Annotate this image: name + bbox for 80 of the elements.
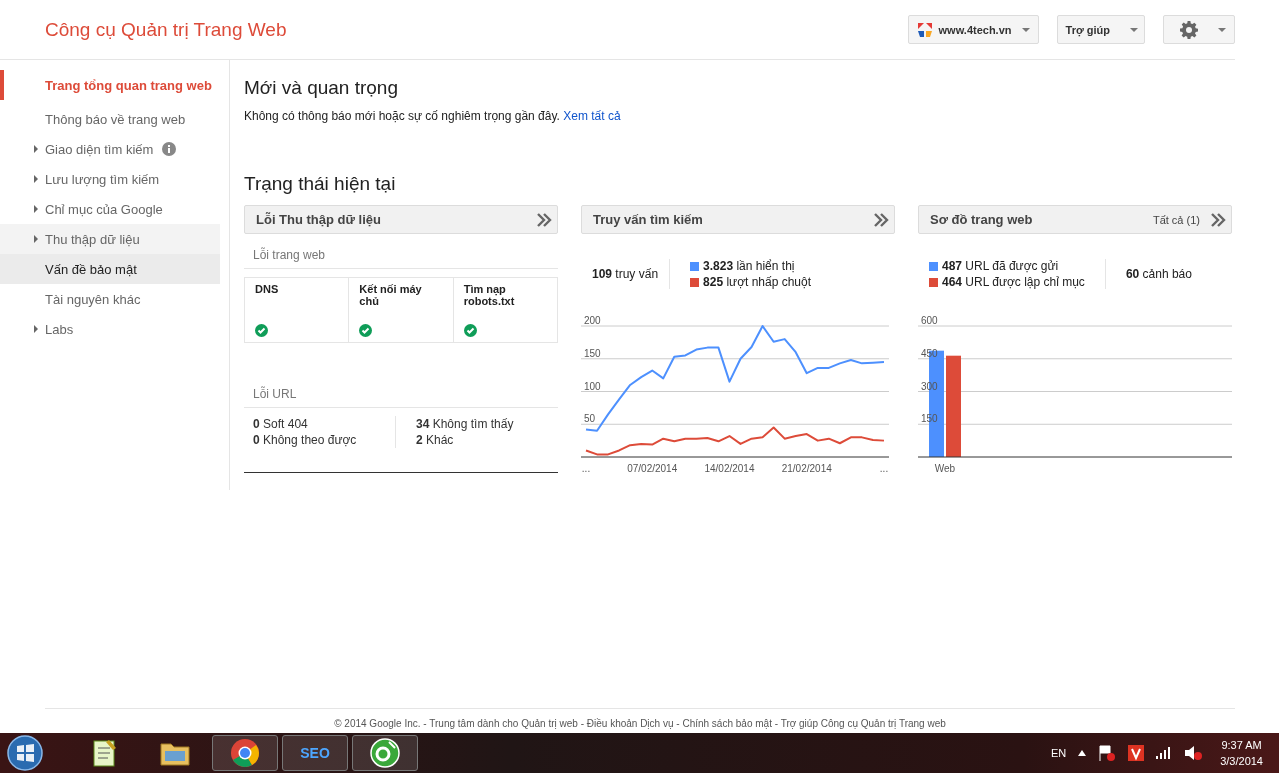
start-button[interactable] — [6, 734, 44, 772]
expand-triangle-icon[interactable] — [34, 175, 38, 183]
x-tick-label: ... — [879, 463, 889, 474]
card-title: Sơ đồ trang web — [930, 212, 1033, 227]
footer-link[interactable]: Điều khoản Dịch vụ — [586, 718, 674, 729]
info-icon[interactable] — [162, 142, 177, 156]
subsection-label: Lỗi URL — [244, 373, 558, 408]
settings-icon — [1180, 20, 1198, 39]
chrome-icon[interactable] — [230, 738, 260, 768]
sidebar-item[interactable]: Thông báo về trang web — [0, 104, 220, 134]
language-indicator[interactable]: EN — [1050, 747, 1067, 759]
sidebar-item[interactable]: Chỉ mục của Google — [0, 194, 220, 224]
expand-triangle-icon[interactable] — [34, 235, 38, 243]
app-title: Công cụ Quản trị Trang Web — [45, 18, 287, 41]
sidebar-item[interactable]: Labs — [0, 314, 220, 344]
subsection-label: Lỗi trang web — [244, 234, 558, 269]
legend-label: 487 URL đã được gửi — [942, 258, 1059, 274]
query-count: 109 truy vấn — [581, 259, 671, 289]
y-tick-label: 150 — [921, 413, 938, 425]
notepad-icon[interactable] — [91, 738, 119, 768]
up-triangle-icon[interactable] — [1078, 750, 1087, 756]
site-selector[interactable]: www.4tech.vn — [907, 15, 1039, 44]
v-app-icon[interactable] — [1128, 745, 1145, 761]
settings-button[interactable] — [1163, 15, 1235, 44]
speaker-muted-icon[interactable] — [1184, 745, 1203, 761]
card-title: Truy vấn tìm kiếm — [593, 212, 703, 227]
url-error-count: 0 Soft 404 — [253, 416, 309, 432]
x-tick-label: Web — [934, 463, 956, 474]
card-header[interactable]: Sơ đồ trang web Tất cả (1) — [918, 205, 1232, 234]
y-tick-label: 450 — [921, 347, 938, 359]
all-sitemaps-link[interactable]: Tất cả (1) — [1152, 213, 1200, 226]
expand-triangle-icon[interactable] — [34, 145, 38, 153]
flag-icon[interactable] — [1098, 745, 1117, 761]
clock-time[interactable]: 9:37 AM — [1220, 737, 1263, 753]
section-heading: Mới và quan trọng — [244, 77, 399, 99]
y-tick-label: 50 — [584, 413, 596, 425]
x-tick-label: ... — [581, 463, 591, 474]
sidebar-item[interactable]: Lưu lượng tìm kiếm — [0, 164, 220, 194]
sidebar-item[interactable]: Trang tổng quan trang web — [0, 70, 220, 100]
x-tick-label: 07/02/2014 — [627, 463, 678, 474]
footer-link[interactable]: Trợ giúp Công cụ Quản trị Trang web — [780, 718, 946, 729]
y-tick-label: 100 — [584, 380, 601, 392]
card-title: Lỗi Thu thập dữ liệu — [256, 212, 381, 227]
see-all-link[interactable]: Xem tất cả — [563, 109, 621, 123]
legend-label: 464 URL được lập chỉ mục — [942, 274, 1085, 290]
double-chevron-icon[interactable] — [873, 212, 889, 227]
site-logo-icon — [916, 21, 933, 38]
section-heading: Trạng thái hiện tại — [244, 173, 397, 195]
x-tick-label: 21/02/2014 — [781, 463, 832, 474]
url-error-count: 0 Không theo được — [253, 432, 358, 448]
notice-text: Không có thông báo mới hoặc sự cố nghiêm trọng gần đây. Xem tất cả — [244, 109, 622, 123]
site-error-cell: Tìm nạp robots.txt — [453, 278, 557, 342]
clock-date[interactable]: 3/3/2014 — [1220, 753, 1263, 769]
legend-label: 825 lượt nhấp chuột — [703, 274, 812, 290]
x-tick-label: 14/02/2014 — [704, 463, 755, 474]
double-chevron-icon[interactable] — [536, 212, 552, 227]
double-chevron-icon[interactable] — [1210, 212, 1226, 227]
y-tick-label: 200 — [584, 315, 601, 326]
url-error-count: 2 Khác — [416, 432, 455, 448]
sidebar-item[interactable]: Vấn đề bảo mật — [0, 254, 220, 284]
footer-link[interactable]: Chính sách bảo mật — [682, 718, 772, 729]
signal-icon[interactable] — [1156, 747, 1173, 759]
card-header[interactable]: Lỗi Thu thập dữ liệu — [244, 205, 558, 234]
y-tick-label: 300 — [921, 380, 938, 392]
sidebar-item[interactable]: Giao diện tìm kiếm — [0, 134, 220, 164]
expand-triangle-icon[interactable] — [34, 205, 38, 213]
sidebar-item[interactable]: Thu thập dữ liệu — [0, 224, 220, 254]
ring-logo-icon[interactable] — [370, 738, 400, 768]
footer-link[interactable]: Trung tâm dành cho Quản trị web — [429, 718, 578, 729]
site-error-cell: Kết nối máy chủ — [349, 278, 454, 342]
expand-triangle-icon[interactable] — [34, 325, 38, 333]
warning-count: 60 cảnh báo — [1104, 259, 1192, 289]
legend-label: 3.823 lần hiển thị — [703, 258, 795, 274]
y-tick-label: 600 — [921, 315, 938, 326]
url-error-count: 34 Không tìm thấy — [416, 416, 515, 432]
y-tick-label: 150 — [584, 347, 601, 359]
site-error-cell: DNS — [245, 278, 350, 342]
help-button[interactable]: Trợ giúp — [1056, 15, 1145, 44]
sidebar-item[interactable]: Tài nguyên khác — [0, 284, 220, 314]
card-header[interactable]: Truy vấn tìm kiếm — [581, 205, 895, 234]
